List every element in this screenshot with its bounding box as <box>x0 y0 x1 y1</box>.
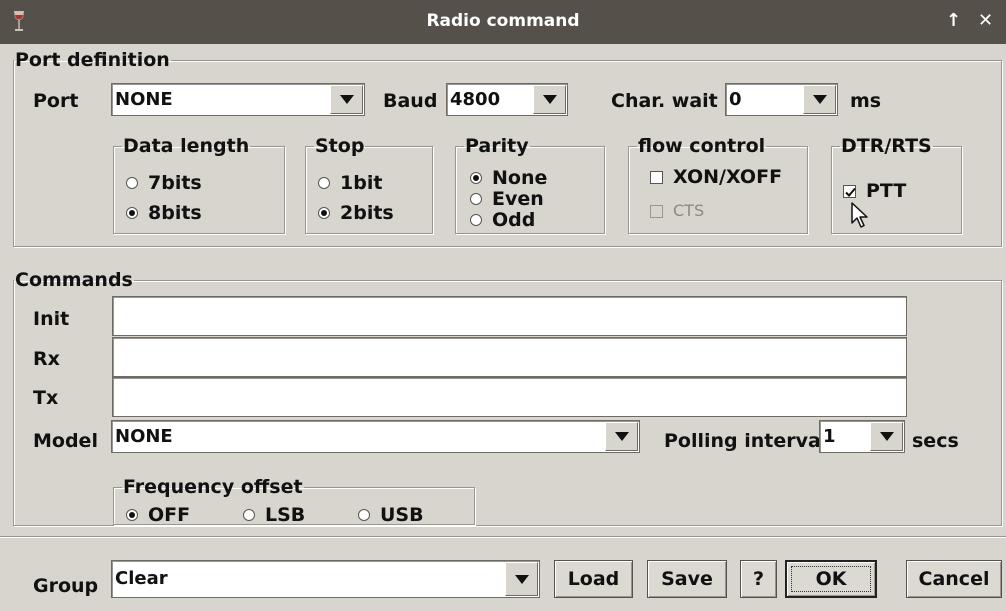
ptt-checkbox[interactable]: PTT <box>843 181 906 201</box>
data-length-7bits-radio[interactable]: 7bits <box>126 173 202 193</box>
title-bar: Radio command ↑ ✕ <box>0 0 1006 44</box>
radio-indicator <box>318 207 330 219</box>
cts-checkbox[interactable]: CTS <box>650 201 704 221</box>
polling-interval-select[interactable]: 1 <box>819 420 905 453</box>
mouse-pointer-icon <box>851 202 868 228</box>
group-select[interactable]: Clear <box>111 560 540 598</box>
port-value: NONE <box>115 89 173 110</box>
option-label: 7bits <box>148 172 202 194</box>
char-wait-unit: ms <box>850 90 882 112</box>
radio-indicator <box>470 172 482 184</box>
group-value: Clear <box>115 568 168 589</box>
stop-legend: Stop <box>315 135 365 157</box>
triangle-down-icon <box>515 575 529 584</box>
init-input[interactable] <box>112 296 907 336</box>
baud-dropdown-button[interactable] <box>533 85 566 114</box>
option-label: CTS <box>673 201 705 220</box>
close-button[interactable]: ✕ <box>978 10 993 31</box>
stop-2bits-radio[interactable]: 2bits <box>318 203 394 223</box>
option-label: XON/XOFF <box>673 166 783 188</box>
parity-odd-radio[interactable]: Odd <box>470 209 536 231</box>
save-button[interactable]: Save <box>647 560 727 598</box>
model-value: NONE <box>115 426 173 447</box>
freq-offset-lsb-radio[interactable]: LSB <box>243 505 305 525</box>
baud-label: Baud <box>383 90 438 112</box>
checkmark-icon <box>845 187 856 197</box>
option-label: PTT <box>866 180 907 202</box>
option-label: 1bit <box>340 172 383 194</box>
polling-interval-value: 1 <box>823 426 836 447</box>
load-button[interactable]: Load <box>554 560 633 598</box>
rx-input[interactable] <box>112 337 907 377</box>
option-label: USB <box>380 504 424 526</box>
flow-control-legend: flow control <box>638 135 766 157</box>
freq-offset-usb-radio[interactable]: USB <box>358 505 424 525</box>
option-label: None <box>492 167 548 189</box>
triangle-down-icon <box>880 432 894 441</box>
radio-indicator <box>243 509 255 521</box>
checkbox-indicator <box>843 184 856 198</box>
parity-legend: Parity <box>465 135 529 157</box>
radio-indicator <box>126 509 138 521</box>
char-wait-dropdown-button[interactable] <box>803 85 836 114</box>
radio-indicator <box>470 193 482 205</box>
baud-value: 4800 <box>450 89 501 110</box>
rx-label: Rx <box>33 348 60 370</box>
stop-1bit-radio[interactable]: 1bit <box>318 173 382 193</box>
option-label: OFF <box>148 504 191 526</box>
maximize-button[interactable]: ↑ <box>946 10 961 31</box>
option-label: Odd <box>492 209 536 231</box>
baud-select[interactable]: 4800 <box>446 83 568 116</box>
tx-input[interactable] <box>112 377 907 417</box>
radio-indicator <box>358 509 370 521</box>
char-wait-label: Char. wait <box>611 90 718 112</box>
dtr-rts-legend: DTR/RTS <box>841 135 932 157</box>
frequency-offset-legend: Frequency offset <box>123 476 303 498</box>
data-length-8bits-radio[interactable]: 8bits <box>126 203 202 223</box>
radio-indicator <box>318 177 330 189</box>
char-wait-select[interactable]: 0 <box>725 83 838 116</box>
ok-button[interactable]: OK <box>785 560 877 598</box>
option-label: Even <box>492 188 544 210</box>
triangle-down-icon <box>615 432 629 441</box>
footer-separator <box>0 536 1006 538</box>
dialog-body: Port definition Port NONE Baud 4800 Char… <box>0 44 1006 611</box>
option-label: LSB <box>265 504 306 526</box>
group-dropdown-button[interactable] <box>505 562 538 596</box>
polling-interval-unit: secs <box>912 430 959 452</box>
radio-indicator <box>470 214 482 226</box>
help-button[interactable]: ? <box>740 560 777 598</box>
triangle-down-icon <box>813 95 827 104</box>
triangle-down-icon <box>543 95 557 104</box>
model-label: Model <box>33 430 98 452</box>
radio-indicator <box>126 207 138 219</box>
cancel-button[interactable]: Cancel <box>906 560 1002 598</box>
port-definition-legend: Port definition <box>15 49 170 71</box>
checkbox-indicator <box>650 204 663 218</box>
checkbox-indicator <box>650 170 663 184</box>
data-length-legend: Data length <box>123 135 250 157</box>
polling-dropdown-button[interactable] <box>870 422 903 451</box>
parity-even-radio[interactable]: Even <box>470 188 544 210</box>
option-label: 2bits <box>340 202 394 224</box>
port-dropdown-button[interactable] <box>330 85 363 114</box>
port-label: Port <box>33 90 79 112</box>
char-wait-value: 0 <box>729 89 742 110</box>
polling-interval-label: Polling interval <box>664 430 828 452</box>
init-label: Init <box>33 308 70 330</box>
commands-legend: Commands <box>15 269 133 291</box>
model-select[interactable]: NONE <box>111 420 640 453</box>
xon-xoff-checkbox[interactable]: XON/XOFF <box>650 167 782 187</box>
freq-offset-off-radio[interactable]: OFF <box>126 505 190 525</box>
model-dropdown-button[interactable] <box>605 422 638 451</box>
radio-indicator <box>126 177 138 189</box>
tx-label: Tx <box>33 387 59 409</box>
triangle-down-icon <box>340 95 354 104</box>
window-title: Radio command <box>426 11 580 31</box>
group-label: Group <box>33 575 99 597</box>
port-select[interactable]: NONE <box>111 83 365 116</box>
option-label: 8bits <box>148 202 202 224</box>
parity-none-radio[interactable]: None <box>470 167 548 189</box>
